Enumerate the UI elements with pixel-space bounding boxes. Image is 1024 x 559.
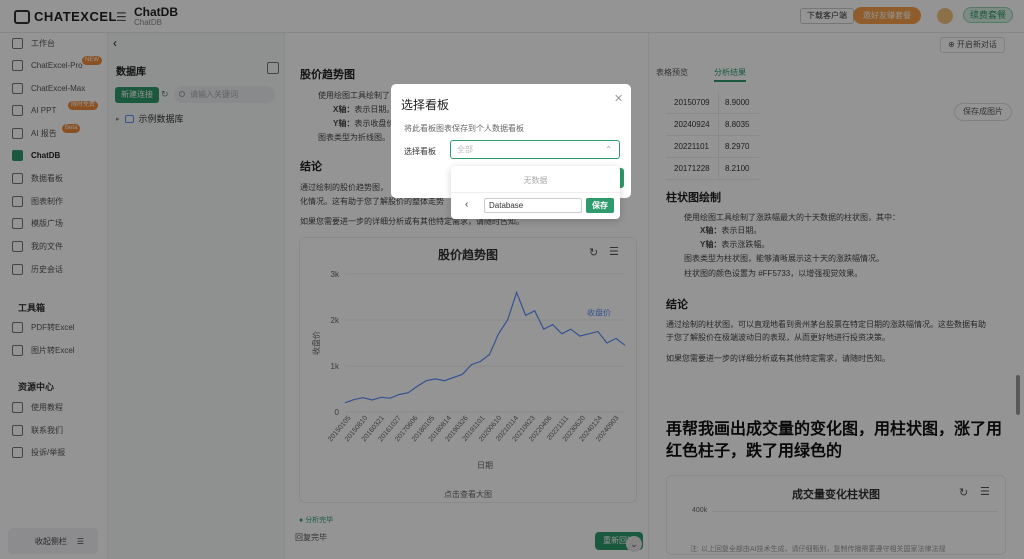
dropdown-divider: [451, 192, 620, 193]
dropdown-empty: 无数据: [523, 176, 548, 185]
chevron-up-icon: ⌃: [605, 145, 612, 154]
close-icon[interactable]: ✕: [614, 92, 623, 105]
modal-description: 将此看板图表保存到个人数据看板: [404, 124, 524, 133]
chevron-left-icon[interactable]: ‹: [465, 199, 468, 210]
modal-select-label: 选择看板: [404, 147, 436, 156]
modal-title: 选择看板: [401, 98, 450, 112]
save-board-button[interactable]: 保存: [586, 198, 614, 213]
new-board-input[interactable]: Database: [484, 198, 582, 213]
board-select[interactable]: 全部 ⌃: [450, 140, 620, 159]
